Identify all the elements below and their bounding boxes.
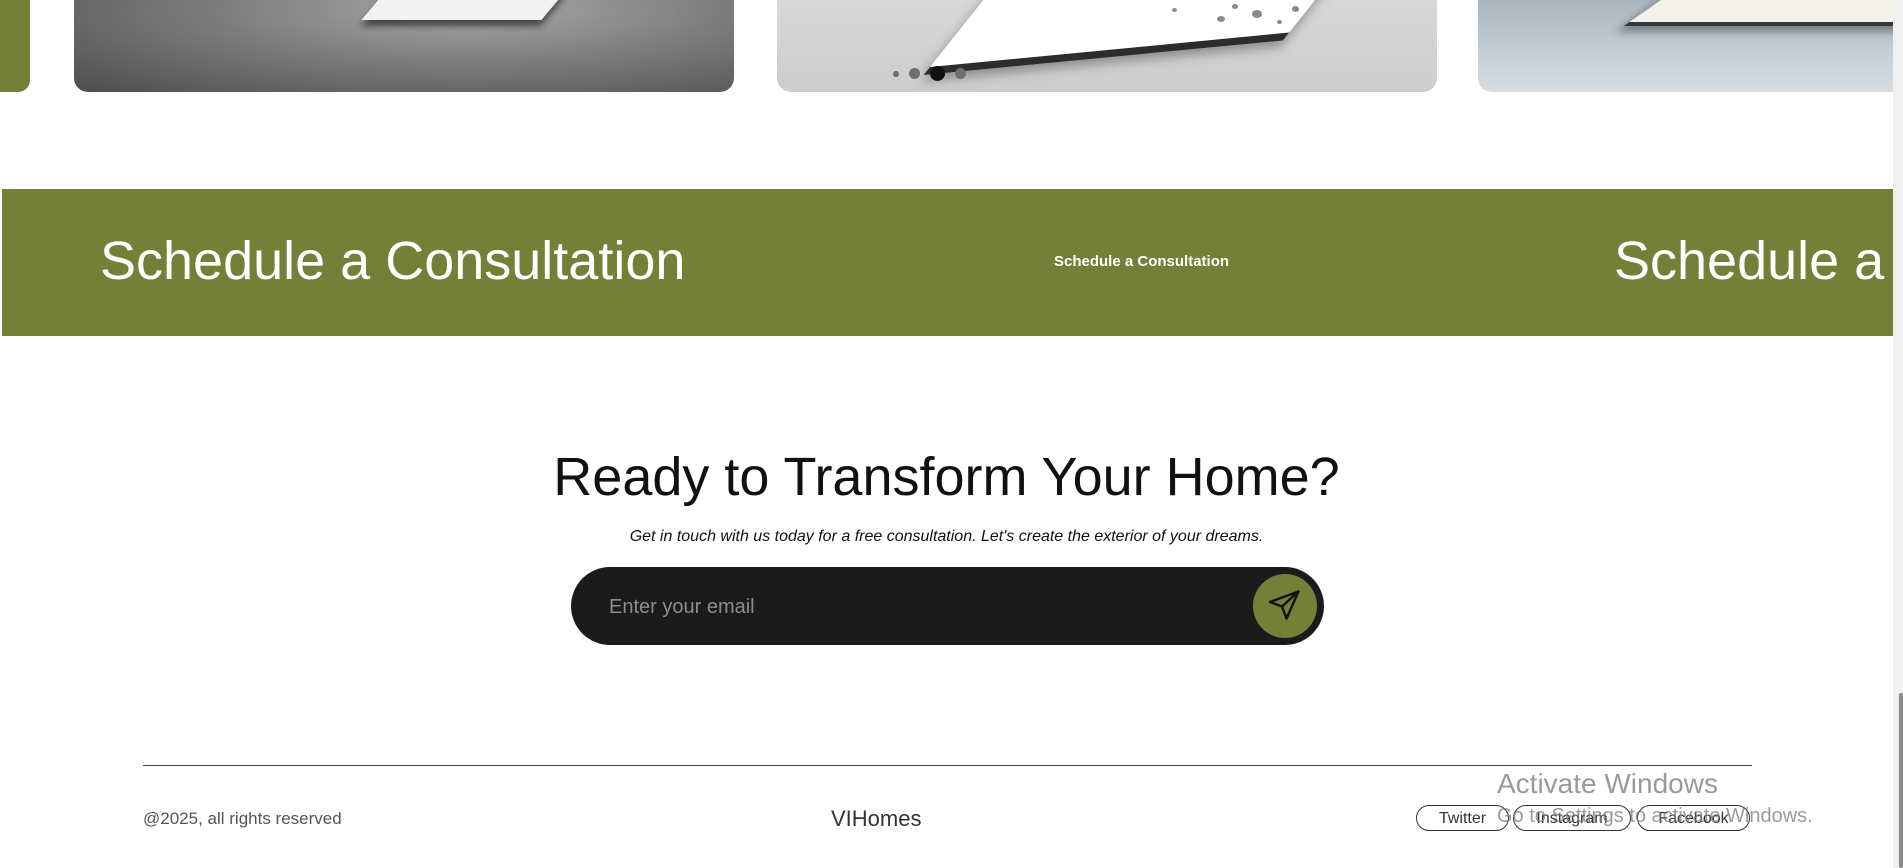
banner-marquee-text-small: Schedule a Consultation (1054, 253, 1230, 270)
banner-marquee-text: Schedule a C (1614, 231, 1893, 291)
page: Schedule a Consultation Schedule a Consu… (0, 0, 1903, 868)
carousel-slide-image[interactable] (777, 0, 1437, 92)
schedule-consultation-banner[interactable]: Schedule a Consultation Schedule a Consu… (2, 189, 1893, 336)
slide-image-pebble (1217, 16, 1225, 22)
slide-image-tile (361, 0, 567, 20)
slide-image-pebble (1232, 4, 1238, 9)
instagram-link[interactable]: Instagram (1513, 805, 1631, 831)
footer-brand[interactable]: VIHomes (831, 806, 921, 832)
carousel-slide-image[interactable] (1478, 0, 1893, 92)
carousel-slide-image[interactable] (74, 0, 734, 92)
facebook-link[interactable]: Facebook (1637, 805, 1750, 831)
carousel-slide-prev-edge[interactable] (0, 0, 30, 92)
copyright-text: @2025, all rights reserved (143, 809, 342, 828)
slide-image-pebble (1172, 8, 1177, 12)
footer-divider (143, 765, 1752, 766)
slide-image-pebble (1252, 10, 1262, 18)
email-input[interactable] (607, 567, 1211, 647)
carousel-dot-active[interactable] (930, 66, 945, 81)
banner-marquee-text: Schedule a Consultation (100, 231, 686, 291)
slide-image-pebble (1292, 6, 1299, 12)
carousel-dot[interactable] (893, 70, 899, 77)
slide-image-pebble (1277, 20, 1282, 24)
cta-title: Ready to Transform Your Home? (553, 447, 1340, 507)
watermark-title: Activate Windows (1497, 768, 1718, 799)
slide-image-tile (1623, 0, 1893, 26)
newsletter-form (571, 567, 1324, 647)
send-icon (1267, 587, 1303, 626)
twitter-link[interactable]: Twitter (1416, 805, 1509, 831)
carousel-pagination (893, 66, 966, 81)
cta-subtitle: Get in touch with us today for a free co… (629, 528, 1264, 545)
scrollbar-thumb[interactable] (1899, 693, 1903, 868)
project-carousel (0, 0, 1893, 93)
send-button[interactable] (1253, 574, 1317, 638)
carousel-dot[interactable] (955, 68, 966, 79)
carousel-dot[interactable] (909, 68, 920, 79)
